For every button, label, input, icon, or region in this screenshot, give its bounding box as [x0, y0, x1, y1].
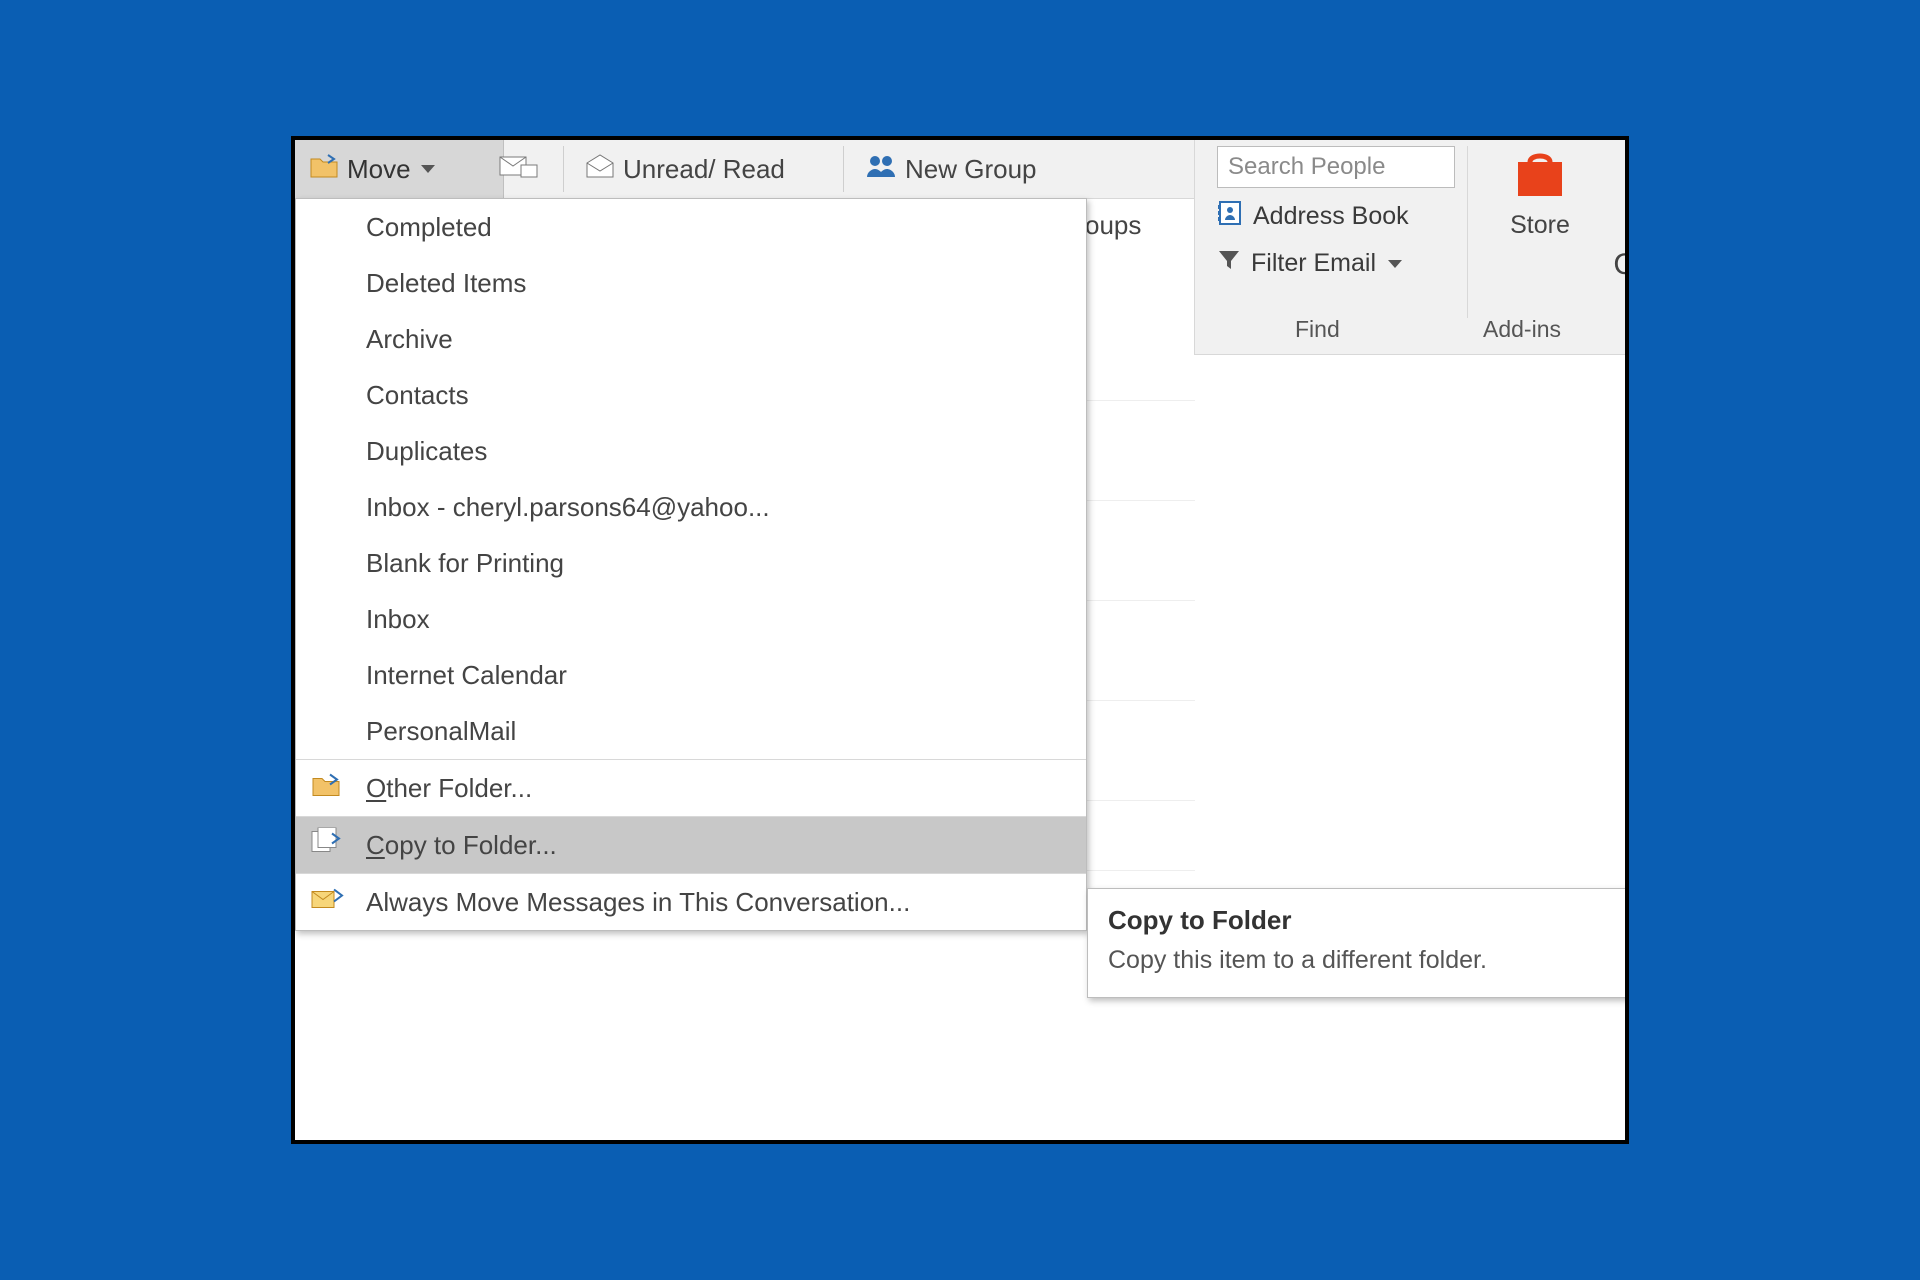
ribbon-separator	[563, 146, 564, 192]
chevron-down-icon	[1388, 260, 1402, 268]
funnel-icon	[1217, 248, 1241, 279]
move-button-label: Move	[347, 154, 411, 185]
menu-item-label: Internet Calendar	[366, 660, 567, 691]
menu-item-label: Duplicates	[366, 436, 487, 467]
filter-email-label: Filter Email	[1251, 249, 1376, 278]
envelope-open-icon	[585, 153, 615, 186]
address-book-label: Address Book	[1253, 202, 1409, 231]
tooltip-body: Copy this item to a different folder.	[1108, 946, 1628, 975]
menu-item-label: Always Move Messages in This Conversatio…	[366, 887, 910, 918]
menu-item-always-move[interactable]: Always Move Messages in This Conversatio…	[296, 873, 1086, 930]
menu-item-folder[interactable]: Blank for Printing	[296, 535, 1086, 591]
menu-item-other-folder[interactable]: Other Folder...	[296, 759, 1086, 816]
move-menu: Completed Deleted Items Archive Contacts…	[295, 198, 1087, 931]
new-group-button[interactable]: New Group	[851, 140, 1109, 198]
search-people-input[interactable]: Search People	[1217, 146, 1455, 188]
menu-item-folder[interactable]: Inbox - cheryl.parsons64@yahoo...	[296, 479, 1086, 535]
menu-item-label: Completed	[366, 212, 492, 243]
chevron-down-icon	[421, 165, 435, 173]
menu-item-folder[interactable]: Duplicates	[296, 423, 1086, 479]
menu-item-folder[interactable]: Deleted Items	[296, 255, 1086, 311]
folder-move-icon	[309, 153, 339, 186]
store-bag-icon	[1510, 146, 1570, 205]
unread-read-button[interactable]: Unread/ Read	[571, 140, 865, 198]
move-button[interactable]: Move	[295, 140, 504, 199]
menu-item-copy-to-folder[interactable]: Copy to Folder...	[296, 816, 1086, 873]
new-group-label: New Group	[905, 154, 1037, 185]
unread-read-label: Unread/ Read	[623, 154, 785, 185]
menu-item-label: Blank for Printing	[366, 548, 564, 579]
people-group-icon	[865, 153, 897, 186]
search-placeholder: Search People	[1228, 153, 1385, 181]
menu-item-label: Copy to Folder...	[366, 830, 557, 861]
group-label-find: Find	[1295, 316, 1340, 343]
menu-item-folder[interactable]: Contacts	[296, 367, 1086, 423]
tooltip-copy-to-folder: Copy to Folder Copy this item to a diffe…	[1087, 888, 1629, 998]
ribbon-group-find: Search People Address Book	[1194, 140, 1625, 355]
menu-item-label: Inbox	[366, 604, 430, 635]
ribbon-separator	[1467, 146, 1468, 318]
menu-item-folder[interactable]: Internet Calendar	[296, 647, 1086, 703]
tooltip-title: Copy to Folder	[1108, 905, 1628, 936]
menu-item-label: Archive	[366, 324, 453, 355]
rules-button[interactable]	[491, 140, 567, 198]
envelope-rules-icon	[499, 151, 539, 188]
menu-item-folder[interactable]: Archive	[296, 311, 1086, 367]
store-label: Store	[1485, 211, 1595, 240]
store-button[interactable]: Store	[1485, 146, 1595, 240]
filter-email-button[interactable]: Filter Email	[1217, 248, 1402, 279]
groups-label-partial: oups	[1085, 210, 1141, 241]
envelope-arrow-icon	[310, 886, 344, 919]
menu-item-label: Contacts	[366, 380, 469, 411]
cropped-right-button[interactable]: C	[1613, 248, 1629, 282]
folder-arrow-icon	[310, 772, 342, 805]
address-book-button[interactable]: Address Book	[1217, 200, 1409, 233]
menu-item-label: Other Folder...	[366, 773, 532, 804]
group-label-addins: Add-ins	[1483, 316, 1561, 343]
menu-item-folder[interactable]: Inbox	[296, 591, 1086, 647]
address-book-icon	[1217, 200, 1243, 233]
menu-item-label: PersonalMail	[366, 716, 516, 747]
menu-item-folder[interactable]: PersonalMail	[296, 703, 1086, 759]
copy-to-folder-icon	[310, 828, 342, 863]
menu-item-label: Inbox - cheryl.parsons64@yahoo...	[366, 492, 770, 523]
ribbon-separator	[843, 146, 844, 192]
menu-item-label: Deleted Items	[366, 268, 526, 299]
menu-item-folder[interactable]: Completed	[296, 199, 1086, 255]
outlook-window: Move	[291, 136, 1629, 1144]
